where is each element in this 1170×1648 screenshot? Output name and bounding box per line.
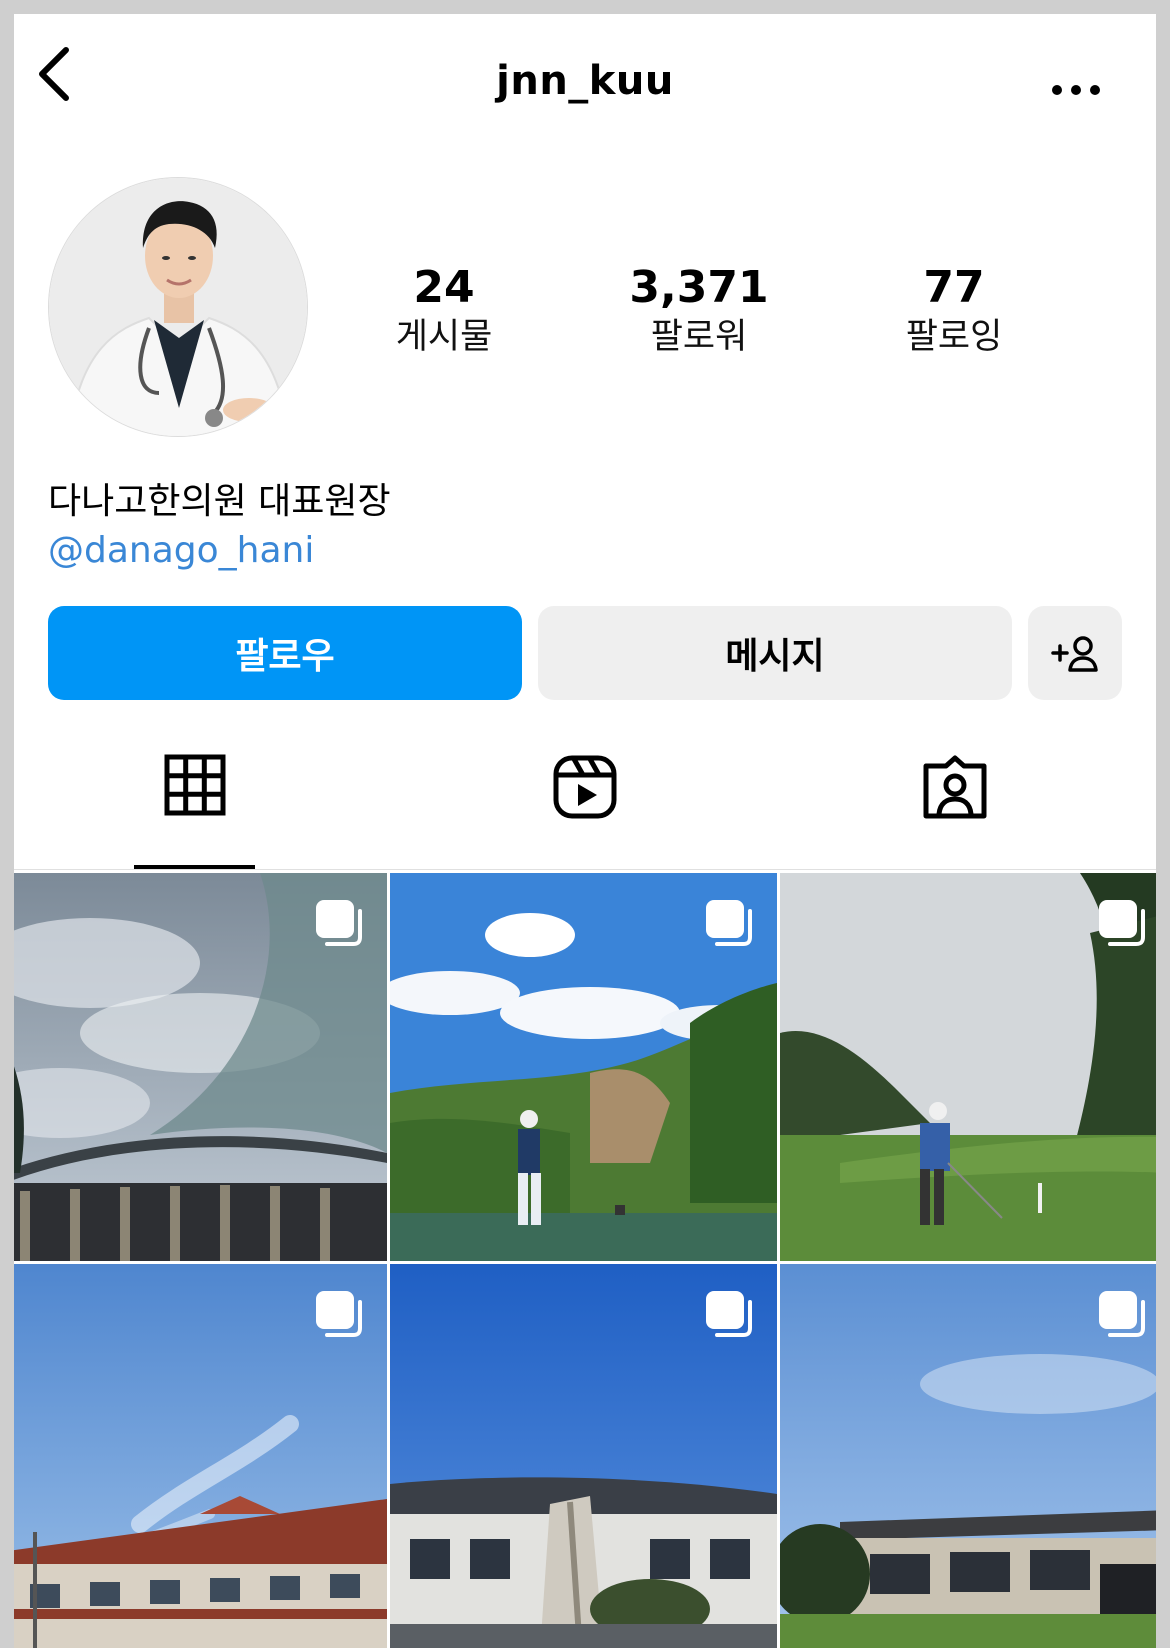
post-thumbnail[interactable]: [780, 1264, 1156, 1648]
grid-icon: [164, 754, 226, 816]
tab-posts-grid[interactable]: [130, 754, 260, 864]
message-button[interactable]: 메시지: [538, 606, 1012, 700]
suggested-accounts-button[interactable]: [1028, 606, 1122, 700]
stat-following-count: 77: [923, 262, 985, 313]
add-person-icon: [1051, 636, 1098, 672]
tab-reels[interactable]: [520, 754, 650, 864]
carousel-icon: [1099, 900, 1145, 946]
profile-avatar[interactable]: [48, 177, 308, 437]
post-thumbnail[interactable]: [14, 1264, 387, 1648]
carousel-icon: [706, 900, 752, 946]
post-thumbnail[interactable]: [390, 1264, 777, 1648]
stat-posts[interactable]: 24 게시물: [334, 262, 554, 360]
stat-following[interactable]: 77 팔로잉: [844, 262, 1064, 360]
more-horizontal-icon: [1052, 85, 1100, 95]
bio-name: 다나고한의원 대표원장: [48, 481, 391, 522]
stat-posts-count: 24: [413, 262, 475, 313]
carousel-icon: [706, 1291, 752, 1337]
tab-divider: [14, 869, 1156, 870]
avatar-photo: [49, 178, 307, 436]
profile-screen: jnn_kuu 24 게시물 3,371 팔로워 77 팔로잉 다나고한의원 대…: [14, 14, 1156, 1648]
post-thumbnail[interactable]: [780, 873, 1156, 1261]
stat-followers[interactable]: 3,371 팔로워: [589, 262, 809, 360]
stat-posts-label: 게시물: [395, 317, 493, 357]
carousel-icon: [316, 1291, 362, 1337]
bio-mention-link[interactable]: @danago_hani: [48, 530, 314, 571]
stat-followers-count: 3,371: [629, 262, 769, 313]
profile-username: jnn_kuu: [496, 58, 674, 104]
reels-icon: [553, 755, 617, 819]
tab-tagged[interactable]: [890, 754, 1020, 864]
post-thumbnail[interactable]: [14, 873, 387, 1261]
more-options-button[interactable]: [1046, 70, 1106, 110]
carousel-icon: [316, 900, 362, 946]
posts-grid: [14, 873, 1156, 1648]
stat-following-label: 팔로잉: [905, 317, 1003, 357]
tagged-person-icon: [923, 755, 987, 819]
post-thumbnail[interactable]: [390, 873, 777, 1261]
stat-followers-label: 팔로워: [650, 317, 748, 357]
follow-button[interactable]: 팔로우: [48, 606, 522, 700]
carousel-icon: [1099, 1291, 1145, 1337]
